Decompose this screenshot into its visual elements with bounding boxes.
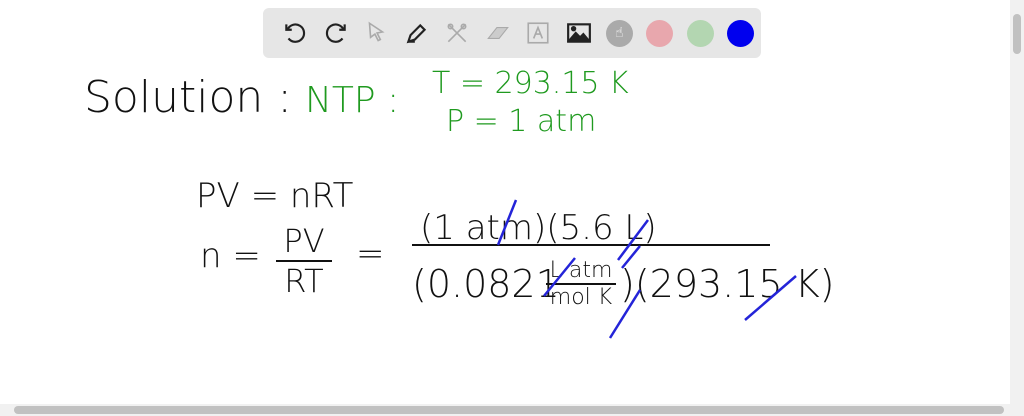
cancel-strokes <box>496 199 797 339</box>
cancel-liter-top <box>617 219 649 269</box>
cancel-atm-top <box>496 199 518 246</box>
horizontal-scrollbar[interactable] <box>0 404 1024 416</box>
vertical-scroll-thumb[interactable] <box>1013 14 1021 54</box>
cancel-units <box>543 257 642 339</box>
vertical-scrollbar[interactable] <box>1010 0 1024 404</box>
cancel-kelvin <box>744 275 797 321</box>
horizontal-scroll-thumb[interactable] <box>14 406 1004 414</box>
